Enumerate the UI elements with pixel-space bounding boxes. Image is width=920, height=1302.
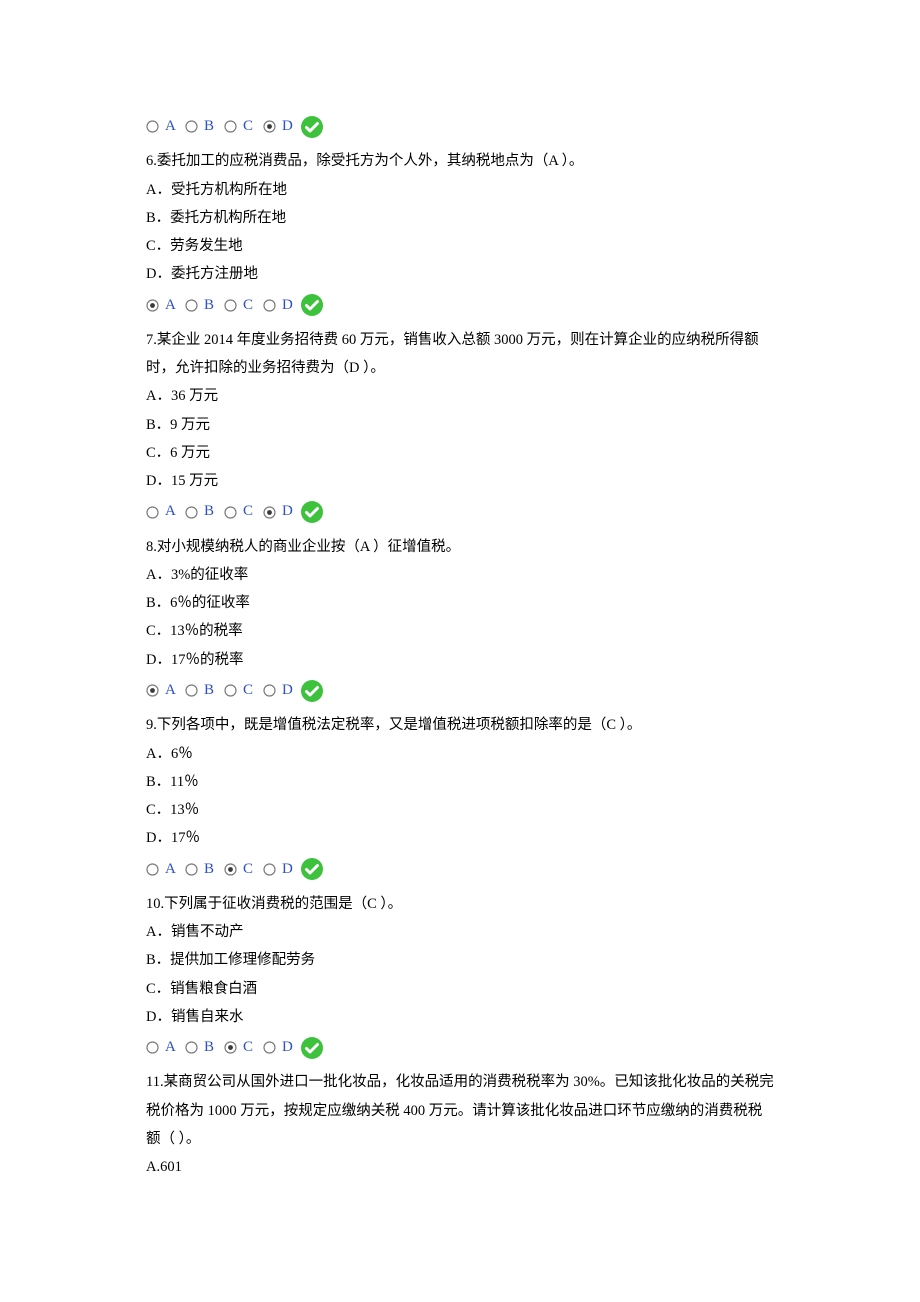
answer-row: A B C D (146, 497, 774, 526)
check-icon (300, 679, 324, 703)
option-A: A．3%的征收率 (146, 561, 774, 589)
label-D: D (276, 1033, 302, 1062)
answer-row: A B C D (146, 1033, 774, 1062)
question-9: 9.下列各项中，既是增值税法定税率，又是增值税进项税额扣除率的是（C ）。 A．… (146, 711, 774, 884)
option-A: A.601 (146, 1153, 774, 1181)
label-C: C (237, 1033, 263, 1062)
check-icon (300, 1036, 324, 1060)
radio-C[interactable] (224, 1041, 237, 1054)
label-D: D (276, 676, 302, 705)
option-A: A．销售不动产 (146, 918, 774, 946)
radio-B[interactable] (185, 1041, 198, 1054)
radio-A[interactable] (146, 120, 159, 133)
label-B: B (198, 291, 224, 320)
option-B: B．提供加工修理修配劳务 (146, 946, 774, 974)
question-stem: 7.某企业 2014 年度业务招待费 60 万元，销售收入总额 3000 万元，… (146, 326, 774, 383)
label-A: A (159, 676, 185, 705)
radio-C[interactable] (224, 684, 237, 697)
option-C: C．13％的税率 (146, 617, 774, 645)
option-D: D．15 万元 (146, 467, 774, 495)
label-C: C (237, 291, 263, 320)
check-icon (300, 500, 324, 524)
radio-B[interactable] (185, 506, 198, 519)
answer-row: A B C D (146, 291, 774, 320)
question-11: 11.某商贸公司从国外进口一批化妆品，化妆品适用的消费税税率为 30%。已知该批… (146, 1068, 774, 1181)
radio-D[interactable] (263, 299, 276, 312)
radio-A[interactable] (146, 684, 159, 697)
option-D: D．委托方注册地 (146, 260, 774, 288)
question-stem: 11.某商贸公司从国外进口一批化妆品，化妆品适用的消费税税率为 30%。已知该批… (146, 1068, 774, 1153)
radio-B[interactable] (185, 299, 198, 312)
radio-D[interactable] (263, 120, 276, 133)
option-C: C．13％ (146, 796, 774, 824)
option-B: B．6％的征收率 (146, 589, 774, 617)
label-B: B (198, 112, 224, 141)
answer-row-prev: A B C D (146, 112, 774, 141)
question-stem: 10.下列属于征收消费税的范围是（C ）。 (146, 890, 774, 918)
label-B: B (198, 497, 224, 526)
option-B: B．委托方机构所在地 (146, 204, 774, 232)
question-6: 6.委托加工的应税消费品，除受托方为个人外，其纳税地点为（A ）。 A．受托方机… (146, 147, 774, 320)
radio-C[interactable] (224, 863, 237, 876)
label-A: A (159, 291, 185, 320)
radio-D[interactable] (263, 863, 276, 876)
label-B: B (198, 676, 224, 705)
label-A: A (159, 855, 185, 884)
radio-D[interactable] (263, 506, 276, 519)
label-B: B (198, 855, 224, 884)
question-stem: 8.对小规模纳税人的商业企业按（A ）征增值税。 (146, 533, 774, 561)
radio-A[interactable] (146, 506, 159, 519)
label-D: D (276, 291, 302, 320)
option-A: A．36 万元 (146, 382, 774, 410)
option-B: B．9 万元 (146, 411, 774, 439)
label-A: A (159, 497, 185, 526)
question-stem: 6.委托加工的应税消费品，除受托方为个人外，其纳税地点为（A ）。 (146, 147, 774, 175)
radio-B[interactable] (185, 120, 198, 133)
option-C: C．6 万元 (146, 439, 774, 467)
label-C: C (237, 855, 263, 884)
question-7: 7.某企业 2014 年度业务招待费 60 万元，销售收入总额 3000 万元，… (146, 326, 774, 527)
radio-D[interactable] (263, 684, 276, 697)
option-A: A．受托方机构所在地 (146, 176, 774, 204)
radio-D[interactable] (263, 1041, 276, 1054)
option-D: D．销售自来水 (146, 1003, 774, 1031)
label-A: A (159, 112, 185, 141)
label-D: D (276, 497, 302, 526)
check-icon (300, 857, 324, 881)
label-C: C (237, 497, 263, 526)
label-B: B (198, 1033, 224, 1062)
radio-B[interactable] (185, 863, 198, 876)
question-10: 10.下列属于征收消费税的范围是（C ）。 A．销售不动产 B．提供加工修理修配… (146, 890, 774, 1063)
radio-C[interactable] (224, 506, 237, 519)
answer-row: A B C D (146, 676, 774, 705)
option-C: C．劳务发生地 (146, 232, 774, 260)
question-8: 8.对小规模纳税人的商业企业按（A ）征增值税。 A．3%的征收率 B．6％的征… (146, 533, 774, 706)
label-D: D (276, 855, 302, 884)
question-stem: 9.下列各项中，既是增值税法定税率，又是增值税进项税额扣除率的是（C ）。 (146, 711, 774, 739)
radio-B[interactable] (185, 684, 198, 697)
radio-C[interactable] (224, 120, 237, 133)
option-B: B．11％ (146, 768, 774, 796)
option-D: D．17％ (146, 824, 774, 852)
radio-A[interactable] (146, 299, 159, 312)
label-A: A (159, 1033, 185, 1062)
check-icon (300, 115, 324, 139)
answer-row: A B C D (146, 855, 774, 884)
label-C: C (237, 676, 263, 705)
check-icon (300, 293, 324, 317)
option-A: A．6％ (146, 740, 774, 768)
option-D: D．17％的税率 (146, 646, 774, 674)
radio-A[interactable] (146, 863, 159, 876)
option-C: C．销售粮食白酒 (146, 975, 774, 1003)
label-C: C (237, 112, 263, 141)
radio-A[interactable] (146, 1041, 159, 1054)
radio-C[interactable] (224, 299, 237, 312)
label-D: D (276, 112, 302, 141)
